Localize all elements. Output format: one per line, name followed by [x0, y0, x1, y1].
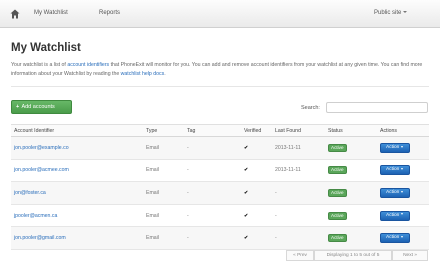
- status-badge: Active: [328, 234, 347, 243]
- chevron-down-icon: [401, 145, 404, 148]
- public-site-label: Public site: [374, 10, 402, 16]
- add-accounts-button[interactable]: + Add accounts: [11, 100, 72, 114]
- chevron-down-icon: [403, 11, 408, 14]
- intro-text: Your watchlist is a list of account iden…: [11, 61, 431, 79]
- actions-cell: Action: [377, 181, 429, 205]
- last-found-cell: 2013-11-11: [272, 159, 325, 183]
- column-header-verified[interactable]: Verified: [241, 124, 272, 137]
- table-row: jon.pooler@example.co Email - ✔ 2013-11-…: [11, 136, 429, 160]
- nav-reports[interactable]: Reports: [99, 10, 120, 16]
- table-row: jon.pooler@gmail.com Email - ✔ - Active …: [11, 226, 429, 250]
- intro-text-part: .: [164, 71, 166, 77]
- type-cell: Email: [143, 181, 184, 205]
- actions-cell: Action: [377, 226, 429, 250]
- table-header-row: Account Identifier Type Tag Verified Las…: [11, 124, 429, 137]
- table-row: jon@foster.ca Email - ✔ - Active Action: [11, 181, 429, 205]
- action-dropdown-button[interactable]: Action: [380, 233, 410, 244]
- watchlist-help-link[interactable]: watchlist help docs: [121, 71, 165, 77]
- chevron-down-icon: [401, 190, 404, 193]
- table-row: jon.pooler@acmee.com Email - ✔ 2013-11-1…: [11, 159, 429, 183]
- intro-text-part: Your watchlist is a list of: [11, 62, 68, 68]
- action-dropdown-button[interactable]: Action: [380, 142, 410, 153]
- top-navbar: My Watchlist Reports Public site: [0, 0, 440, 28]
- identifier-link[interactable]: jon.pooler@gmail.com: [14, 235, 66, 241]
- tag-cell: -: [184, 136, 241, 160]
- identifier-cell: jon.pooler@gmail.com: [11, 226, 143, 250]
- add-accounts-label: Add accounts: [21, 104, 55, 110]
- column-header-type[interactable]: Type: [143, 124, 184, 137]
- pagination-prev-button[interactable]: « Prev: [286, 250, 314, 261]
- identifier-link[interactable]: jon@foster.ca: [14, 190, 46, 196]
- nav-my-watchlist[interactable]: My Watchlist: [34, 10, 68, 16]
- status-badge: Active: [328, 166, 347, 175]
- identifier-link[interactable]: jon.pooler@example.co: [14, 145, 69, 151]
- identifier-cell: jon.pooler@example.co: [11, 136, 143, 160]
- status-cell: Active: [325, 226, 377, 250]
- type-cell: Email: [143, 136, 184, 160]
- verified-check-icon: ✔: [241, 204, 272, 228]
- search-input[interactable]: [326, 102, 428, 113]
- last-found-cell: -: [272, 181, 325, 205]
- actions-cell: Action: [377, 204, 429, 228]
- identifier-link[interactable]: jon.pooler@acmee.com: [14, 167, 69, 173]
- action-dropdown-button[interactable]: Action: [380, 165, 410, 176]
- last-found-cell: -: [272, 226, 325, 250]
- tag-cell: -: [184, 159, 241, 183]
- tag-cell: -: [184, 226, 241, 250]
- table-row: jpooler@acmen.ca Email - ✔ - Active Acti…: [11, 204, 429, 228]
- type-cell: Email: [143, 204, 184, 228]
- status-badge: Active: [328, 143, 347, 152]
- divider: [11, 86, 429, 87]
- pagination-next-button[interactable]: Next »: [392, 250, 428, 261]
- pagination-info: Displaying 1 to 5 out of 5: [314, 250, 392, 261]
- verified-check-icon: ✔: [241, 136, 272, 160]
- status-badge: Active: [328, 188, 347, 197]
- action-label: Action: [386, 189, 400, 195]
- actions-cell: Action: [377, 136, 429, 160]
- chevron-down-icon: [401, 235, 404, 238]
- status-cell: Active: [325, 136, 377, 160]
- chevron-down-icon: [401, 213, 404, 216]
- type-cell: Email: [143, 159, 184, 183]
- identifier-cell: jon.pooler@acmee.com: [11, 159, 143, 183]
- verified-check-icon: ✔: [241, 226, 272, 250]
- last-found-cell: -: [272, 204, 325, 228]
- tag-cell: -: [184, 204, 241, 228]
- identifier-cell: jon@foster.ca: [11, 181, 143, 205]
- identifier-link[interactable]: jpooler@acmen.ca: [14, 213, 57, 219]
- plus-icon: +: [16, 104, 20, 110]
- watchlist-table: Account Identifier Type Tag Verified Las…: [11, 124, 429, 250]
- actions-cell: Action: [377, 159, 429, 183]
- action-label: Action: [386, 167, 400, 173]
- verified-check-icon: ✔: [241, 181, 272, 205]
- status-cell: Active: [325, 181, 377, 205]
- status-cell: Active: [325, 204, 377, 228]
- action-label: Action: [386, 235, 400, 241]
- status-badge: Active: [328, 211, 347, 220]
- verified-check-icon: ✔: [241, 159, 272, 183]
- identifier-cell: jpooler@acmen.ca: [11, 204, 143, 228]
- column-header-actions: Actions: [377, 124, 429, 137]
- page-title: My Watchlist: [11, 42, 81, 54]
- action-dropdown-button[interactable]: Action: [380, 187, 410, 198]
- type-cell: Email: [143, 226, 184, 250]
- account-identifiers-link[interactable]: account identifiers: [67, 62, 109, 68]
- public-site-dropdown[interactable]: Public site: [374, 10, 408, 16]
- column-header-last-found[interactable]: Last Found: [272, 124, 325, 137]
- last-found-cell: 2013-11-11: [272, 136, 325, 160]
- action-label: Action: [386, 144, 400, 150]
- home-icon[interactable]: [9, 8, 21, 20]
- search-label: Search:: [301, 105, 320, 111]
- action-label: Action: [386, 212, 400, 218]
- status-cell: Active: [325, 159, 377, 183]
- tag-cell: -: [184, 181, 241, 205]
- column-header-tag[interactable]: Tag: [184, 124, 241, 137]
- action-dropdown-button[interactable]: Action: [380, 210, 410, 221]
- chevron-down-icon: [401, 168, 404, 171]
- column-header-status[interactable]: Status: [325, 124, 377, 137]
- column-header-identifier[interactable]: Account Identifier: [11, 124, 143, 137]
